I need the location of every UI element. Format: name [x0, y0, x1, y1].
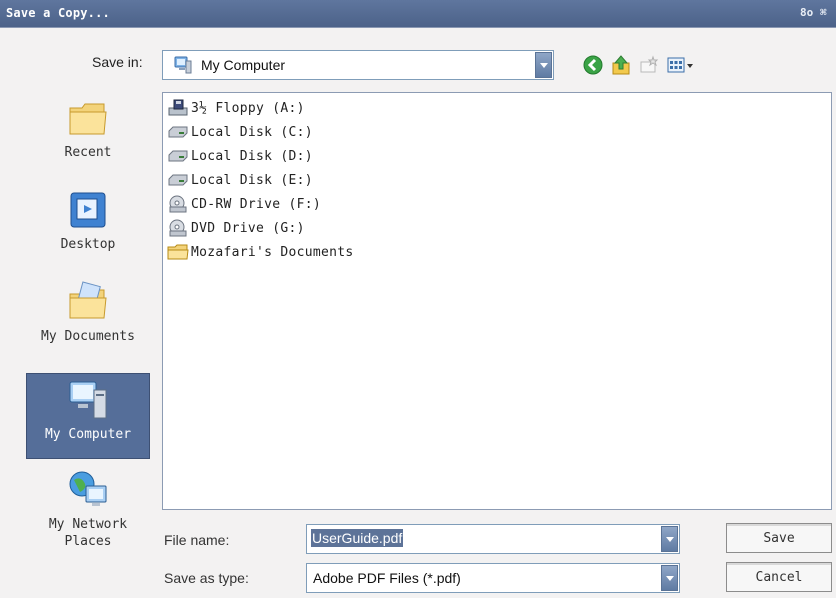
file-name-text: 3½ Floppy (A:) [191, 100, 305, 116]
file-name-value: UserGuide.pdf [311, 529, 404, 547]
my-computer-icon [66, 378, 110, 422]
file-name-input[interactable]: UserGuide.pdf [306, 524, 680, 554]
window-close-button[interactable]: ⌘ [820, 6, 827, 19]
network-places-icon [66, 468, 110, 512]
up-folder-icon[interactable] [610, 54, 632, 76]
window-control-button[interactable]: 8o [800, 6, 813, 19]
chevron-down-icon[interactable] [661, 565, 678, 591]
hard-disk-icon [167, 171, 189, 189]
cancel-button[interactable]: Cancel [726, 562, 832, 592]
file-name-text: Mozafari's Documents [191, 244, 354, 260]
back-icon[interactable] [582, 54, 604, 76]
views-menu-icon[interactable] [666, 54, 696, 76]
file-name-text: Local Disk (C:) [191, 124, 313, 140]
places-label-line2: Places [64, 534, 112, 549]
desktop-icon [66, 188, 110, 232]
places-item-my-computer[interactable]: My Computer [26, 373, 150, 459]
chevron-down-icon[interactable] [535, 52, 552, 78]
save-button[interactable]: Save [726, 523, 832, 553]
list-item[interactable]: Local Disk (D:) [167, 145, 313, 167]
list-item[interactable]: Local Disk (C:) [167, 121, 313, 143]
save-in-dropdown[interactable]: My Computer [162, 50, 554, 80]
places-label: Desktop [60, 237, 116, 252]
file-list[interactable]: 3½ Floppy (A:) Local Disk (C:) Local Dis… [162, 92, 832, 510]
places-label: My Network Places [26, 516, 150, 550]
file-name-text: Local Disk (E:) [191, 172, 313, 188]
chevron-down-icon[interactable] [661, 526, 678, 552]
file-name-text: CD-RW Drive (F:) [191, 196, 322, 212]
file-name-label: File name: [164, 532, 230, 548]
places-label: My Computer [44, 427, 132, 442]
places-item-desktop[interactable]: Desktop [26, 188, 150, 272]
folder-icon [167, 243, 189, 261]
new-folder-icon[interactable] [638, 54, 660, 76]
hard-disk-icon [167, 123, 189, 141]
window-title: Save a Copy... [6, 6, 110, 20]
places-item-network-places[interactable]: My Network Places [26, 468, 150, 560]
my-documents-icon [66, 280, 110, 324]
title-bar: Save a Copy... 8o ⌘ [0, 0, 836, 28]
file-name-text: DVD Drive (G:) [191, 220, 305, 236]
list-item[interactable]: DVD Drive (G:) [167, 217, 305, 239]
dvd-drive-icon [167, 219, 189, 237]
places-label: My Documents [41, 329, 135, 344]
file-name-text: Local Disk (D:) [191, 148, 313, 164]
save-as-type-dropdown[interactable]: Adobe PDF Files (*.pdf) [306, 563, 680, 593]
recent-folder-icon [66, 96, 110, 140]
cd-drive-icon [167, 195, 189, 213]
places-label: Recent [64, 145, 112, 160]
floppy-drive-icon [167, 99, 189, 117]
list-item[interactable]: 3½ Floppy (A:) [167, 97, 305, 119]
save-as-type-value: Adobe PDF Files (*.pdf) [313, 570, 461, 586]
my-computer-icon [173, 55, 193, 79]
save-in-value: My Computer [201, 57, 286, 73]
list-item[interactable]: Mozafari's Documents [167, 241, 354, 263]
save-in-label: Save in: [92, 54, 143, 70]
hard-disk-icon [167, 147, 189, 165]
save-as-type-label: Save as type: [164, 570, 249, 586]
places-item-recent[interactable]: Recent [26, 96, 150, 180]
list-item[interactable]: Local Disk (E:) [167, 169, 313, 191]
list-item[interactable]: CD-RW Drive (F:) [167, 193, 321, 215]
places-item-my-documents[interactable]: My Documents [26, 280, 150, 364]
places-label-line1: My Network [48, 517, 128, 532]
